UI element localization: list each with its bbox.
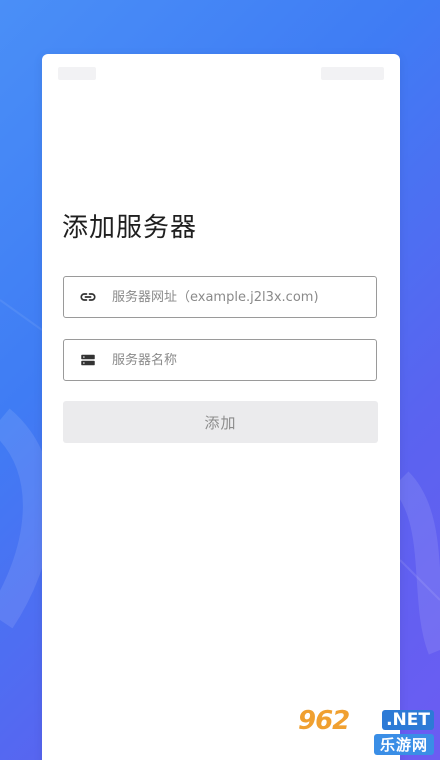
page-title: 添加服务器 [62,213,198,243]
watermark: 962 .NET 乐游网 [298,706,434,755]
watermark-sub: 乐游网 [373,734,434,755]
link-icon [78,287,98,307]
add-server-card: 添加服务器 添加 [42,54,400,760]
server-url-input[interactable] [112,289,362,305]
status-bar-placeholder-left [58,67,96,80]
watermark-net: .NET [382,710,434,730]
add-button[interactable]: 添加 [63,401,378,443]
server-icon [78,350,98,370]
server-url-field[interactable] [63,276,377,318]
status-bar-placeholder-right [321,67,384,80]
watermark-logo: 962 [298,706,350,736]
server-name-field[interactable] [63,339,377,381]
server-name-input[interactable] [112,352,362,368]
